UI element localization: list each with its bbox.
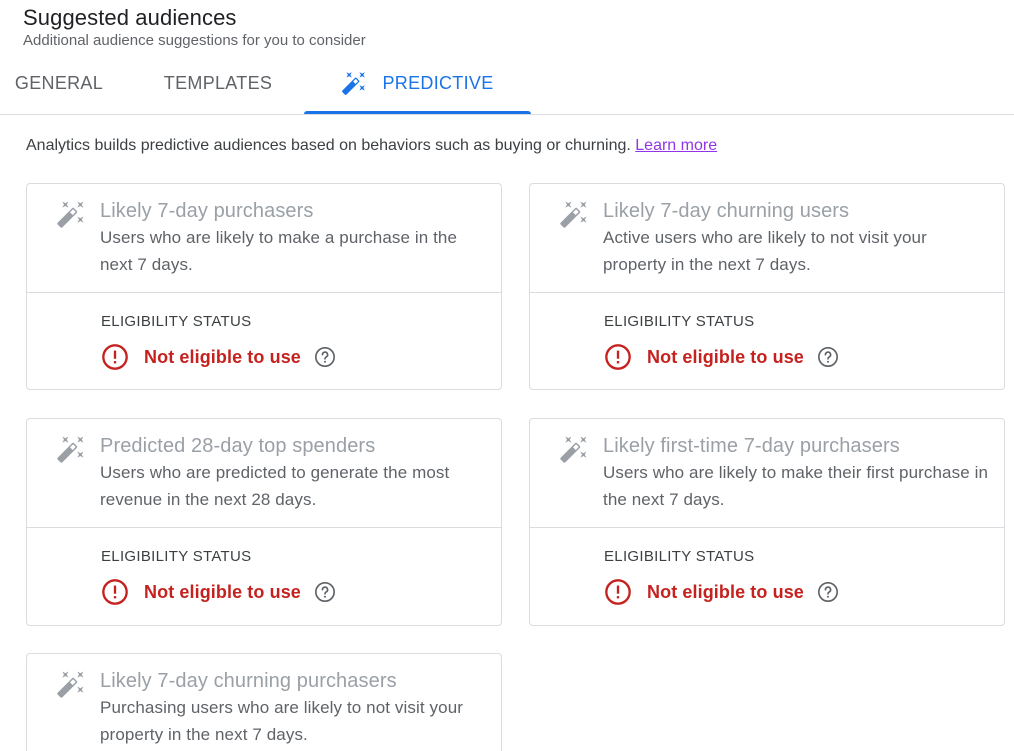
error-icon <box>102 579 128 605</box>
card-title: Likely 7-day purchasers <box>100 200 314 222</box>
card-title: Likely 7-day churning purchasers <box>100 670 397 692</box>
tab-predictive-label: PREDICTIVE <box>382 72 494 93</box>
eligibility-label: ELIGIBILITY STATUS <box>604 548 755 565</box>
page-header: Suggested audiences Additional audience … <box>23 5 366 50</box>
tab-templates[interactable]: TEMPLATES <box>142 52 294 114</box>
card-title: Likely first-time 7-day purchasers <box>603 435 900 457</box>
eligibility-status: Not eligible to use <box>604 343 839 371</box>
magic-wand-icon <box>342 72 366 95</box>
card-header: Likely 7-day churning purchasers Purchas… <box>27 654 501 751</box>
card-eligibility: ELIGIBILITY STATUS Not eligible to use <box>530 293 1004 389</box>
help-icon[interactable] <box>817 581 839 603</box>
card-description: Users who are predicted to generate the … <box>100 463 450 509</box>
audience-card[interactable]: Likely 7-day purchasers Users who are li… <box>26 183 502 390</box>
eligibility-status: Not eligible to use <box>604 578 839 606</box>
card-eligibility: ELIGIBILITY STATUS Not eligible to use <box>530 528 1004 624</box>
magic-wand-icon <box>560 201 587 228</box>
card-eligibility: ELIGIBILITY STATUS Not eligible to use <box>27 293 501 389</box>
status-text: Not eligible to use <box>144 581 301 602</box>
card-eligibility: ELIGIBILITY STATUS Not eligible to use <box>27 528 501 624</box>
status-text: Not eligible to use <box>144 346 301 367</box>
page-title: Suggested audiences <box>23 5 237 30</box>
status-text: Not eligible to use <box>647 581 804 602</box>
tab-predictive[interactable]: PREDICTIVE <box>304 52 531 114</box>
eligibility-label: ELIGIBILITY STATUS <box>101 313 252 330</box>
audience-card[interactable]: Likely first-time 7-day purchasers Users… <box>529 418 1005 626</box>
error-icon <box>605 579 631 605</box>
card-header: Likely first-time 7-day purchasers Users… <box>530 419 1004 528</box>
eligibility-status: Not eligible to use <box>101 578 336 606</box>
error-icon <box>102 344 128 370</box>
card-header: Predicted 28-day top spenders Users who … <box>27 419 501 528</box>
card-description: Users who are likely to make a purchase … <box>100 228 458 274</box>
audience-card[interactable]: Likely 7-day churning users Active users… <box>529 183 1005 390</box>
help-icon[interactable] <box>314 581 336 603</box>
error-icon <box>605 344 631 370</box>
active-tab-indicator <box>304 111 531 114</box>
card-description: Purchasing users who are likely to not v… <box>100 698 464 744</box>
help-icon[interactable] <box>314 346 336 368</box>
help-icon[interactable] <box>817 346 839 368</box>
audience-card[interactable]: Likely 7-day churning purchasers Purchas… <box>26 653 502 751</box>
intro-description: Analytics builds predictive audiences ba… <box>26 137 631 154</box>
status-text: Not eligible to use <box>647 346 804 367</box>
intro-text: Analytics builds predictive audiences ba… <box>26 135 717 157</box>
tab-bar: GENERAL TEMPLATES PREDICTIVE <box>0 52 1014 115</box>
eligibility-label: ELIGIBILITY STATUS <box>101 548 252 565</box>
card-description: Users who are likely to make their first… <box>603 463 989 509</box>
card-title: Predicted 28-day top spenders <box>100 435 376 457</box>
page-subtitle: Additional audience suggestions for you … <box>23 32 366 49</box>
learn-more-link[interactable]: Learn more <box>635 137 717 154</box>
eligibility-label: ELIGIBILITY STATUS <box>604 313 755 330</box>
card-header: Likely 7-day purchasers Users who are li… <box>27 184 501 293</box>
magic-wand-icon <box>57 201 84 228</box>
tab-general[interactable]: GENERAL <box>0 52 118 114</box>
magic-wand-icon <box>560 436 587 463</box>
eligibility-status: Not eligible to use <box>101 343 336 371</box>
card-header: Likely 7-day churning users Active users… <box>530 184 1004 293</box>
card-description: Active users who are likely to not visit… <box>603 228 927 274</box>
magic-wand-icon <box>57 671 84 698</box>
magic-wand-icon <box>57 436 84 463</box>
card-title: Likely 7-day churning users <box>603 200 850 222</box>
audience-card[interactable]: Predicted 28-day top spenders Users who … <box>26 418 502 626</box>
